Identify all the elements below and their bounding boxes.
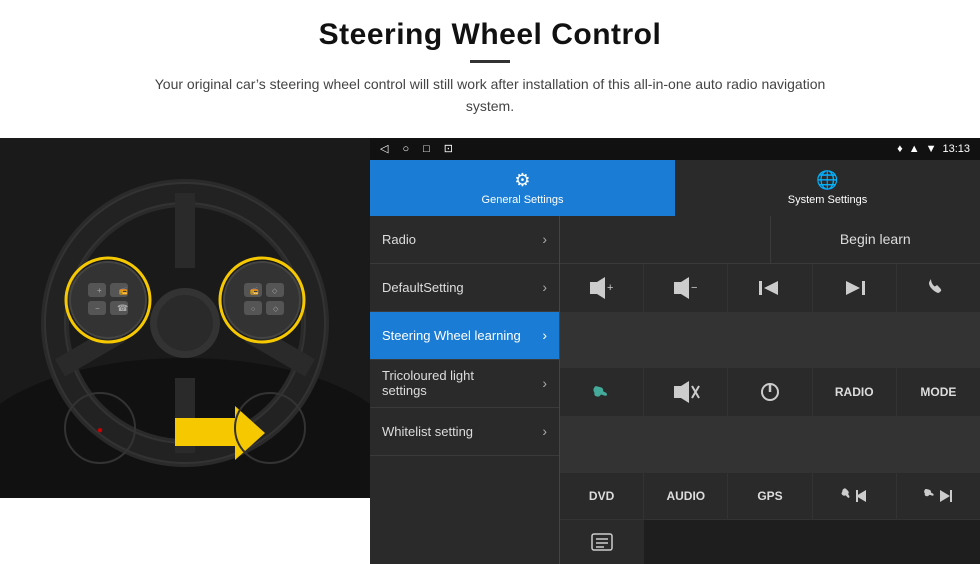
chevron-icon: › bbox=[542, 423, 547, 439]
tab-system-label: System Settings bbox=[788, 194, 867, 206]
chevron-icon: › bbox=[542, 327, 547, 343]
audio-button[interactable]: AUDIO bbox=[644, 473, 727, 519]
control-buttons-row2: RADIO MODE bbox=[560, 368, 980, 473]
gear-icon: ⚙ bbox=[514, 170, 530, 191]
gps-button[interactable]: GPS bbox=[728, 473, 811, 519]
next-track-button[interactable] bbox=[813, 264, 896, 312]
list-icon-button[interactable] bbox=[560, 520, 644, 564]
dvd-label: DVD bbox=[589, 489, 614, 503]
svg-text:●: ● bbox=[97, 425, 103, 436]
audio-label: AUDIO bbox=[666, 489, 705, 503]
chevron-icon: › bbox=[542, 279, 547, 295]
menu-tricoloured-label: Tricoloured lightsettings bbox=[382, 368, 474, 398]
page-subtitle: Your original car’s steering wheel contr… bbox=[140, 73, 840, 118]
vol-down-button[interactable]: − bbox=[644, 264, 727, 312]
power-button[interactable] bbox=[728, 368, 811, 416]
svg-text:📻: 📻 bbox=[250, 287, 259, 295]
header-section: Steering Wheel Control Your original car… bbox=[0, 0, 980, 128]
mode-button[interactable]: MODE bbox=[897, 368, 980, 416]
menu-radio-label: Radio bbox=[382, 232, 416, 247]
chevron-icon: › bbox=[542, 375, 547, 391]
controls-panel: Begin learn + − bbox=[560, 216, 980, 564]
globe-icon: 🌐 bbox=[816, 170, 838, 191]
tab-bar: ⚙ General Settings 🌐 System Settings bbox=[370, 160, 980, 216]
title-divider bbox=[470, 60, 510, 63]
android-ui: ◁ ○ □ ⊡ ♦ ▲ ▼ 13:13 ⚙ General Settings bbox=[370, 138, 980, 564]
recent-icon[interactable]: □ bbox=[423, 143, 430, 155]
vol-up-button[interactable]: + bbox=[560, 264, 643, 312]
dvd-button[interactable]: DVD bbox=[560, 473, 643, 519]
svg-text:+: + bbox=[607, 282, 613, 294]
steering-wheel-image: + 📻 − ☎ 📻 ◇ ○ ◇ bbox=[0, 138, 370, 498]
main-content: Radio › DefaultSetting › Steering Wheel … bbox=[370, 216, 980, 564]
answer-button[interactable] bbox=[560, 368, 643, 416]
svg-text:☎: ☎ bbox=[117, 303, 128, 313]
last-row bbox=[560, 519, 980, 564]
svg-text:○: ○ bbox=[251, 306, 255, 313]
back-icon[interactable]: ◁ bbox=[380, 142, 388, 155]
tab-system-settings[interactable]: 🌐 System Settings bbox=[675, 160, 980, 216]
status-nav: ◁ ○ □ ⊡ bbox=[380, 142, 453, 155]
svg-text:−: − bbox=[95, 304, 100, 313]
wifi-icon: ▼ bbox=[926, 143, 937, 155]
gps-label: GPS bbox=[757, 489, 782, 503]
menu-item-radio[interactable]: Radio › bbox=[370, 216, 559, 264]
page-title: Steering Wheel Control bbox=[60, 18, 920, 52]
svg-text:−: − bbox=[691, 282, 697, 294]
home-icon[interactable]: ○ bbox=[402, 143, 409, 155]
status-right: ♦ ▲ ▼ 13:13 bbox=[897, 143, 970, 155]
menu-icon[interactable]: ⊡ bbox=[444, 142, 453, 155]
menu-steering-label: Steering Wheel learning bbox=[382, 328, 521, 343]
call-next-button[interactable] bbox=[897, 473, 980, 519]
svg-text:◇: ◇ bbox=[272, 288, 278, 295]
radio-label: RADIO bbox=[835, 385, 874, 399]
menu-item-default[interactable]: DefaultSetting › bbox=[370, 264, 559, 312]
tab-general-label: General Settings bbox=[482, 194, 564, 206]
location-icon: ♦ bbox=[897, 143, 903, 155]
mute-button[interactable] bbox=[644, 368, 727, 416]
begin-learn-button[interactable]: Begin learn bbox=[771, 216, 980, 263]
menu-item-whitelist[interactable]: Whitelist setting › bbox=[370, 408, 559, 456]
menu-item-tricoloured[interactable]: Tricoloured lightsettings › bbox=[370, 360, 559, 408]
prev-track-button[interactable] bbox=[728, 264, 811, 312]
chevron-icon: › bbox=[542, 231, 547, 247]
control-buttons-row1: + − bbox=[560, 264, 980, 369]
call-prev-button[interactable] bbox=[813, 473, 896, 519]
menu-default-label: DefaultSetting bbox=[382, 280, 464, 295]
svg-text:◇: ◇ bbox=[273, 306, 279, 313]
svg-text:+: + bbox=[97, 286, 102, 295]
menu-list: Radio › DefaultSetting › Steering Wheel … bbox=[370, 216, 560, 564]
top-controls: Begin learn bbox=[560, 216, 980, 264]
call-button[interactable] bbox=[897, 264, 980, 312]
menu-whitelist-label: Whitelist setting bbox=[382, 424, 473, 439]
blank-box bbox=[560, 216, 771, 263]
tab-general-settings[interactable]: ⚙ General Settings bbox=[370, 160, 675, 216]
content-area: + 📻 − ☎ 📻 ◇ ○ ◇ bbox=[0, 138, 980, 564]
control-buttons-row3: DVD AUDIO GPS bbox=[560, 473, 980, 519]
radio-button[interactable]: RADIO bbox=[813, 368, 896, 416]
svg-text:📻: 📻 bbox=[119, 287, 128, 295]
status-bar: ◁ ○ □ ⊡ ♦ ▲ ▼ 13:13 bbox=[370, 138, 980, 160]
page-wrapper: Steering Wheel Control Your original car… bbox=[0, 0, 980, 564]
menu-item-steering[interactable]: Steering Wheel learning › bbox=[370, 312, 559, 360]
clock: 13:13 bbox=[942, 143, 970, 155]
signal-icon: ▲ bbox=[909, 143, 920, 155]
mode-label: MODE bbox=[920, 385, 956, 399]
